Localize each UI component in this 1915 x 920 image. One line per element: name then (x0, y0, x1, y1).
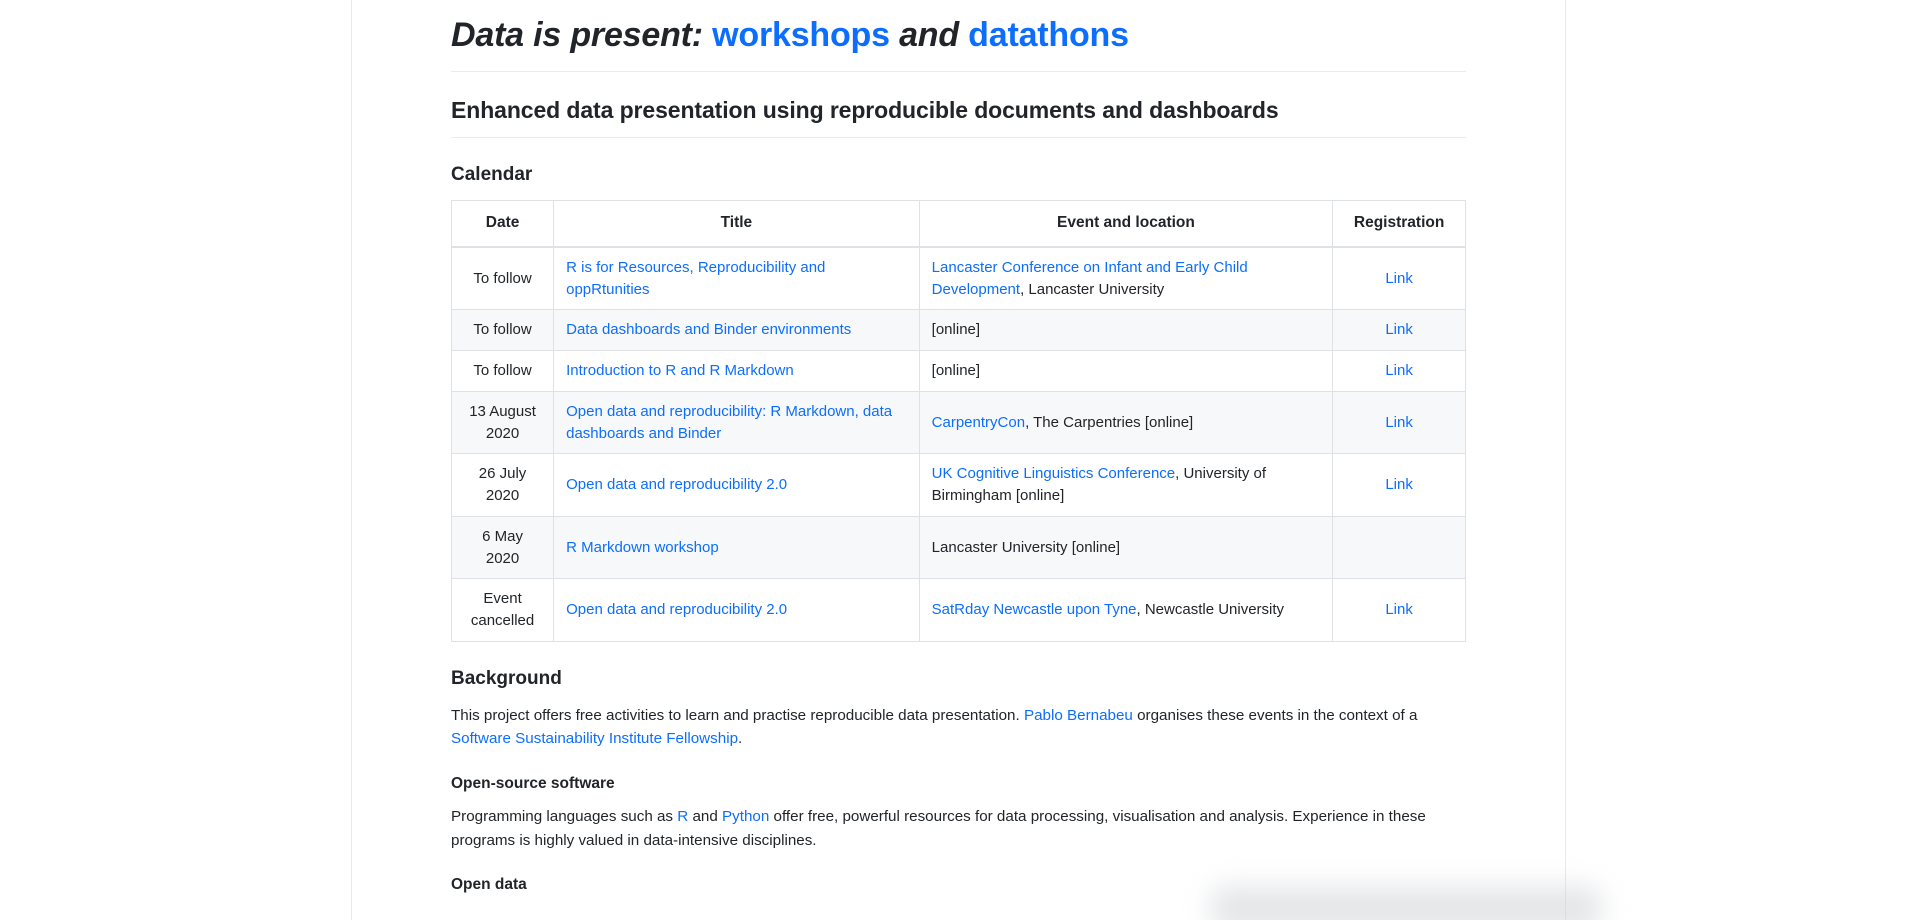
cell-event-location: UK Cognitive Linguistics Conference, Uni… (918, 453, 1334, 517)
cell-event-location: CarpentryCon, The Carpentries [online] (918, 390, 1334, 455)
cell-title: R Markdown workshop (553, 515, 920, 580)
open-source-heading: Open-source software (451, 774, 615, 792)
event-title-link[interactable]: Open data and reproducibility: R Markdow… (566, 403, 892, 442)
calendar-table-body: To follow R is for Resources, Reproducibi… (450, 246, 1466, 642)
event-location-link[interactable]: SatRday Newcastle upon Tyne (932, 601, 1137, 618)
column-header-registration: Registration (1332, 200, 1466, 248)
background-paragraph: This project offers free activities to l… (451, 704, 1466, 751)
event-location-text: , Lancaster University (1020, 280, 1165, 298)
background-text-1: This project offers free activities to l… (451, 706, 1024, 724)
cell-title: R is for Resources, Reproducibility and … (553, 246, 920, 311)
link-pablo-bernabeu[interactable]: Pablo Bernabeu (1024, 707, 1133, 724)
cell-date: Event cancelled (450, 578, 555, 642)
column-header-date: Date (450, 200, 555, 248)
page-title: Data is present: workshops and datathons (451, 14, 1466, 72)
table-row: 26 July 2020 Open data and reproducibilit… (450, 453, 1466, 517)
cell-date: To follow (450, 309, 555, 352)
cell-title: Open data and reproducibility 2.0 (553, 453, 920, 517)
document-content: Data is present: workshops and datathons… (450, 0, 1601, 920)
column-header-event: Event and location (918, 200, 1334, 248)
cell-registration (1332, 515, 1466, 580)
cell-title: Data dashboards and Binder environments (553, 309, 920, 352)
registration-link[interactable]: Link (1385, 270, 1413, 287)
table-row: To follow Introduction to R and R Markdow… (450, 350, 1466, 392)
table-row: 13 August 2020 Open data and reproducibil… (450, 390, 1466, 455)
cell-date: 13 August 2020 (450, 390, 555, 455)
table-row: To follow Data dashboards and Binder envi… (450, 309, 1466, 352)
floating-element-shadow (1211, 886, 1601, 920)
cell-date: To follow (450, 350, 555, 392)
cell-event-location: Lancaster University [online] (918, 515, 1334, 580)
event-title-link[interactable]: Open data and reproducibility 2.0 (566, 476, 787, 493)
open-source-text-2: and (688, 807, 722, 825)
cell-date: 6 May 2020 (450, 515, 555, 580)
cell-registration: Link (1332, 453, 1466, 517)
registration-link[interactable]: Link (1385, 414, 1413, 431)
link-python[interactable]: Python (722, 808, 769, 825)
cell-registration: Link (1332, 350, 1466, 392)
registration-link[interactable]: Link (1385, 601, 1413, 618)
event-title-link[interactable]: Data dashboards and Binder environments (566, 321, 851, 338)
background-text-3: . (738, 730, 743, 748)
cell-date: To follow (450, 246, 555, 311)
event-location-link[interactable]: CarpentryCon (932, 414, 1025, 431)
cell-event-location: [online] (918, 309, 1334, 352)
cell-title: Introduction to R and R Markdown (553, 350, 920, 392)
column-header-title: Title (553, 200, 920, 248)
event-location-text: [online] (931, 362, 981, 380)
registration-link[interactable]: Link (1385, 362, 1413, 379)
event-location-text: [online] (931, 321, 981, 339)
event-title-link[interactable]: Introduction to R and R Markdown (566, 362, 794, 379)
link-r[interactable]: R (677, 808, 688, 825)
title-link-workshops[interactable]: workshops (712, 16, 890, 54)
cell-event-location: [online] (918, 350, 1334, 392)
title-link-datathons[interactable]: datathons (968, 16, 1129, 54)
page-subtitle: Enhanced data presentation using reprodu… (451, 96, 1466, 139)
page-root: Data is present: workshops and datathons… (0, 0, 1915, 920)
event-location-link[interactable]: UK Cognitive Linguistics Conference (932, 465, 1175, 482)
registration-link[interactable]: Link (1385, 476, 1413, 493)
background-heading: Background (451, 667, 562, 689)
table-row: Event cancelled Open data and reproducibi… (450, 578, 1466, 642)
page-left-rule (351, 0, 352, 920)
calendar-table: Date Title Event and location Registrati… (450, 200, 1466, 642)
calendar-header-row: Date Title Event and location Registrati… (450, 200, 1466, 248)
event-title-link[interactable]: R Markdown workshop (566, 539, 719, 556)
background-text-2: organises these events in the context of… (1132, 706, 1418, 724)
event-location-text: Lancaster University [online] (931, 538, 1121, 556)
link-ssi-fellowship[interactable]: Software Sustainability Institute Fellow… (451, 730, 738, 747)
event-title-link[interactable]: Open data and reproducibility 2.0 (566, 601, 787, 618)
page-right-rule (1565, 0, 1566, 920)
event-location-text: , Newcastle University (1136, 601, 1285, 619)
calendar-heading: Calendar (451, 164, 533, 186)
page-title-middle: and (889, 16, 969, 54)
cell-registration: Link (1332, 390, 1466, 455)
event-title-link[interactable]: R is for Resources, Reproducibility and … (566, 259, 825, 298)
registration-link[interactable]: Link (1385, 321, 1413, 338)
cell-registration: Link (1332, 578, 1466, 642)
cell-event-location: SatRday Newcastle upon Tyne, Newcastle U… (918, 578, 1334, 642)
event-location-text: , The Carpentries [online] (1025, 413, 1194, 431)
table-row: To follow R is for Resources, Reproducibi… (450, 246, 1466, 311)
open-source-paragraph: Programming languages such as R and Pyth… (451, 805, 1466, 852)
cell-registration: Link (1332, 309, 1466, 352)
cell-date: 26 July 2020 (450, 453, 555, 517)
cell-registration: Link (1332, 246, 1466, 311)
page-title-lead: Data is present: (451, 16, 703, 54)
calendar-table-head: Date Title Event and location Registrati… (450, 200, 1466, 248)
open-source-text-1: Programming languages such as (451, 807, 678, 825)
table-row: 6 May 2020 R Markdown workshop Lancaster U… (450, 515, 1466, 580)
cell-title: Open data and reproducibility: R Markdow… (553, 390, 920, 455)
cell-event-location: Lancaster Conference on Infant and Early… (918, 246, 1334, 311)
cell-title: Open data and reproducibility 2.0 (553, 578, 920, 642)
